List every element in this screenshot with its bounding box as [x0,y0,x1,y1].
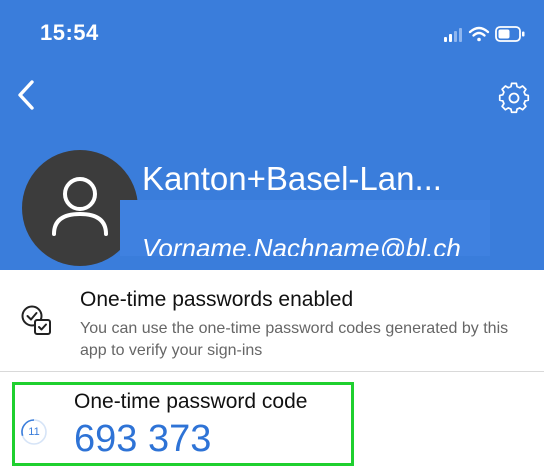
chevron-left-icon [18,80,34,110]
account-header: 15:54 Kanton+Basel-Lan... Vorname.Nachna… [0,0,544,270]
settings-button[interactable] [494,78,534,118]
email-redaction-box: Vorname.Nachname@bl.ch [120,200,490,256]
countdown-seconds: 11 [28,426,40,438]
otp-status-description: You can use the one-time password codes … [80,320,509,359]
cellular-signal-icon [444,28,462,42]
otp-code-value[interactable]: 693 373 [74,418,211,461]
gear-icon [498,82,530,114]
back-button[interactable] [6,72,46,118]
otp-checkmark-icon [21,305,51,335]
status-time: 15:54 [40,20,99,45]
battery-icon [495,26,525,42]
wifi-icon [468,26,490,42]
otp-status-row: One-time passwords enabled You can use t… [0,270,544,370]
status-icons [420,22,530,46]
otp-status-title: One-time passwords enabled [80,288,354,311]
authenticator-account-screen: 15:54 Kanton+Basel-Lan... Vorname.Nachna… [0,0,544,470]
account-email: Vorname.Nachname@bl.ch [142,233,461,256]
otp-code-label: One-time password code [74,390,308,413]
account-title: Kanton+Basel-Lan... [142,160,442,197]
divider [0,371,544,372]
